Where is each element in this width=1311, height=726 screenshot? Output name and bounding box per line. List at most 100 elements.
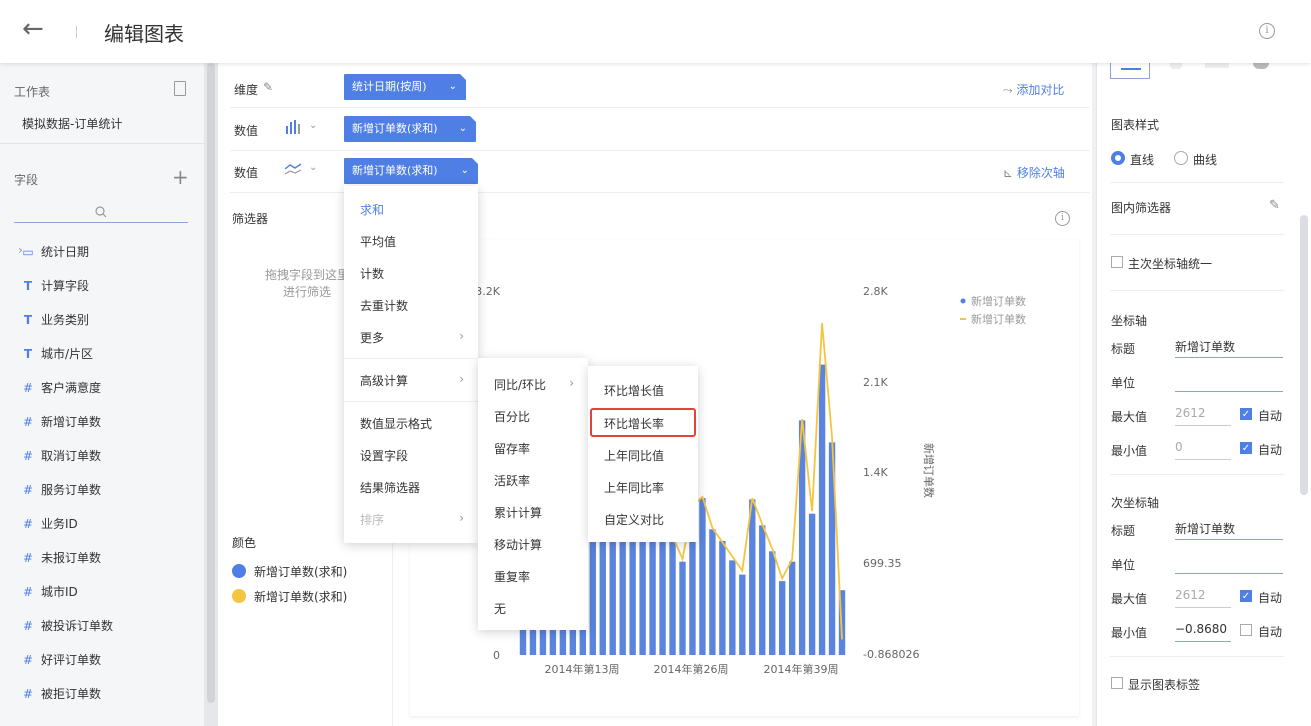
style-option-curve: 曲线: [1193, 153, 1218, 167]
menu3-item[interactable]: 上年同比值: [604, 447, 664, 464]
color-swatch-yellow[interactable]: [232, 589, 246, 603]
menu1-item[interactable]: 计数: [360, 265, 384, 282]
field-name: 服务订单数: [41, 483, 102, 497]
menu2-item[interactable]: 无: [494, 600, 506, 617]
chart-info-icon[interactable]: i: [1055, 211, 1070, 226]
field-item[interactable]: # 好评订单数: [20, 651, 101, 668]
chart-bar: [669, 535, 676, 655]
pencil-icon[interactable]: ✎: [263, 80, 273, 94]
chevron-down-icon[interactable]: ⌄: [309, 120, 317, 131]
axis2-unit-input[interactable]: [1175, 554, 1283, 574]
field-item[interactable]: # 取消订单数: [20, 447, 101, 464]
dimension-label: 维度: [234, 83, 259, 97]
menu1-item[interactable]: 排序: [360, 511, 384, 528]
color-swatch-blue[interactable]: [232, 564, 246, 578]
menu2-item[interactable]: 累计计算: [494, 504, 542, 521]
line-chart-icon[interactable]: [284, 161, 304, 177]
axis2-max-auto-checkbox[interactable]: ✓: [1240, 590, 1252, 602]
axis2-min-auto-checkbox[interactable]: [1240, 624, 1252, 636]
chart-type-tab-2[interactable]: [1170, 63, 1182, 69]
chart-type-tab-3[interactable]: [1205, 63, 1229, 68]
show-labels-checkbox[interactable]: [1111, 677, 1123, 689]
menu2-item[interactable]: 活跃率: [494, 472, 530, 489]
left-scrollbar[interactable]: [204, 63, 218, 726]
switch-sheet-icon[interactable]: [174, 81, 186, 96]
field-name: 客户满意度: [41, 381, 102, 395]
divider: [1110, 234, 1284, 235]
field-item[interactable]: # 服务订单数: [20, 481, 101, 498]
field-item[interactable]: # 业务ID: [20, 515, 78, 532]
remove-secondary-axis-button[interactable]: ⊾ 移除次轴: [1003, 164, 1065, 181]
field-item[interactable]: T 业务类别: [20, 311, 89, 328]
menu2-item[interactable]: 重复率: [494, 568, 530, 585]
menu1-item[interactable]: 数值显示格式: [360, 415, 432, 432]
right-tick-label: 2.1K: [863, 376, 888, 389]
pencil-icon[interactable]: ✎: [1269, 198, 1280, 213]
axis-max-auto-checkbox[interactable]: ✓: [1240, 408, 1252, 420]
menu3-item[interactable]: 环比增长值: [604, 382, 664, 399]
add-compare-button[interactable]: ⤳ 添加对比: [1003, 81, 1064, 98]
axis-min-auto-checkbox[interactable]: ✓: [1240, 442, 1252, 454]
axis2-max-input[interactable]: 2612: [1175, 588, 1231, 608]
chart-bar: [679, 561, 686, 655]
field-item[interactable]: # 客户满意度: [20, 379, 101, 396]
chart-bar: [818, 364, 826, 655]
axis-title-input[interactable]: 新增订单数: [1175, 338, 1283, 358]
right-scrollbar[interactable]: [1300, 215, 1308, 495]
auto-label: 自动: [1258, 625, 1283, 639]
value-chip-2[interactable]: 新增订单数(求和) ⌄: [344, 158, 478, 184]
axis-max-input[interactable]: 2612: [1175, 406, 1231, 426]
menu2-item[interactable]: 移动计算: [494, 536, 542, 553]
field-item[interactable]: # 城市ID: [20, 583, 78, 600]
back-arrow-icon[interactable]: ←: [22, 14, 44, 44]
menu1-item[interactable]: 结果筛选器: [360, 479, 420, 496]
radio-curve[interactable]: [1174, 151, 1188, 165]
top-header: ← 编辑图表 i: [0, 0, 1311, 63]
axis-unit-input[interactable]: [1175, 372, 1283, 392]
axis-section-label: 坐标轴: [1111, 314, 1148, 328]
chevron-right-icon[interactable]: ›: [18, 243, 23, 257]
field-item[interactable]: T 城市/片区: [20, 345, 93, 362]
unify-axis-checkbox[interactable]: [1111, 256, 1123, 268]
field-item[interactable]: ▭ 统计日期 ›: [18, 243, 90, 260]
info-icon[interactable]: i: [1259, 23, 1275, 39]
menu1-item[interactable]: 高级计算: [360, 372, 408, 389]
menu1-item[interactable]: 平均值: [360, 233, 396, 250]
menu3-item[interactable]: 自定义对比: [604, 511, 664, 528]
menu1-item[interactable]: 求和: [360, 201, 384, 218]
radio-straight[interactable]: [1111, 151, 1125, 165]
field-name: 好评订单数: [41, 653, 102, 667]
chevron-down-icon: ⌄: [460, 165, 469, 176]
field-item[interactable]: # 未报订单数: [20, 549, 101, 566]
add-field-icon[interactable]: +: [172, 165, 189, 189]
legend-label: 新增订单数: [971, 312, 1026, 326]
menu1-item[interactable]: 设置字段: [360, 447, 408, 464]
field-item[interactable]: # 被拒订单数: [20, 685, 101, 702]
axis-min-input[interactable]: 0: [1175, 440, 1231, 460]
axis2-min-label: 最小值: [1111, 626, 1148, 640]
right-tick-label: 2.8K: [863, 285, 888, 298]
menu2-item[interactable]: 留存率: [494, 440, 530, 457]
divider: [230, 107, 1090, 108]
field-name: 业务类别: [41, 313, 90, 327]
field-item[interactable]: T 计算字段: [20, 277, 89, 294]
field-search-input[interactable]: [14, 201, 188, 223]
value-chip-1[interactable]: 新增订单数(求和) ⌄: [344, 116, 476, 142]
chart-type-bar-tab[interactable]: [1110, 63, 1150, 79]
secondary-axis-label: 次坐标轴: [1111, 496, 1160, 510]
menu1-item[interactable]: 去重计数: [360, 297, 408, 314]
menu2-item[interactable]: 同比/环比: [494, 376, 546, 393]
menu3-item[interactable]: 上年同比率: [604, 479, 664, 496]
field-name: 统计日期: [41, 245, 90, 259]
menu1-item[interactable]: 更多: [360, 329, 384, 346]
field-item[interactable]: # 新增订单数: [20, 413, 101, 430]
axis2-title-input[interactable]: 新增订单数: [1175, 520, 1283, 540]
dimension-chip[interactable]: 统计日期(按周) ⌄: [344, 74, 466, 100]
axis2-min-input[interactable]: −0.8680: [1175, 622, 1231, 642]
field-item[interactable]: # 被投诉订单数: [20, 617, 113, 634]
filter-dropzone[interactable]: 拖拽字段到这里 进行筛选: [262, 266, 352, 300]
menu2-item[interactable]: 百分比: [494, 408, 530, 425]
chevron-down-icon[interactable]: ⌄: [309, 162, 317, 173]
x-tick-label: 2014年第26周: [654, 662, 729, 676]
bar-chart-icon[interactable]: [285, 119, 305, 135]
